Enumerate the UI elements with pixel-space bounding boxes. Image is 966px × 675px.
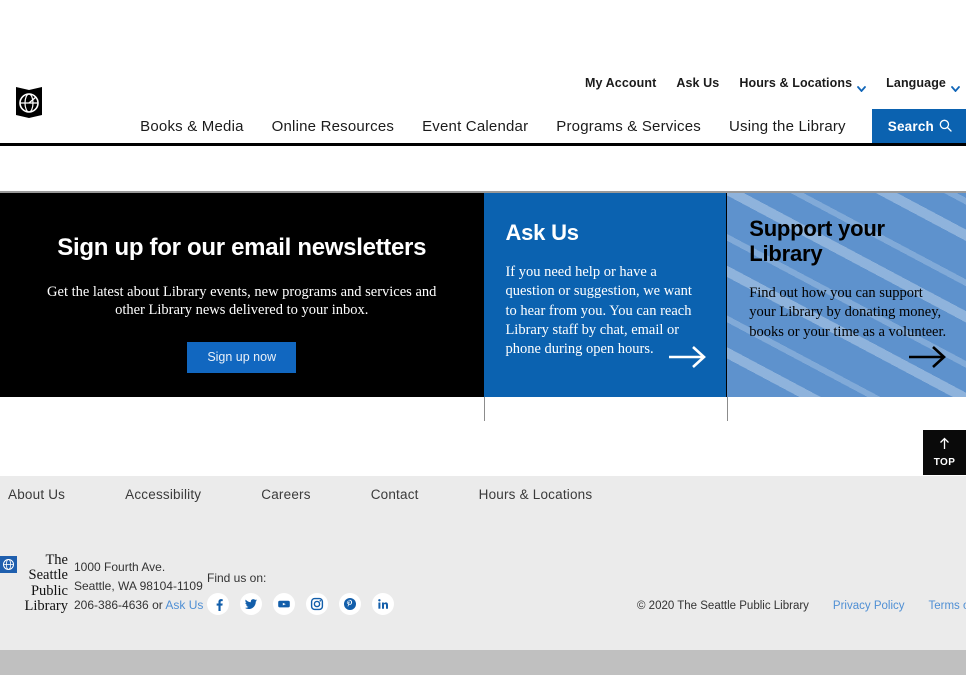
site-footer: About Us Accessibility Careers Contact H… (0, 476, 966, 650)
nav-item-books-media[interactable]: Books & Media (128, 109, 257, 144)
pinterest-icon[interactable] (339, 593, 361, 615)
brand-line-2: Seattle (28, 567, 68, 584)
footer-link-privacy-policy[interactable]: Privacy Policy (833, 600, 905, 612)
seattle-public-library-logo[interactable] (14, 85, 44, 120)
newsletter-body: Get the latest about Library events, new… (47, 284, 437, 319)
twitter-icon[interactable] (240, 593, 262, 615)
facebook-icon[interactable] (207, 593, 229, 615)
promo-panels: Sign up for our email newsletters Get th… (0, 193, 966, 397)
social-label: Find us on: (207, 571, 267, 585)
main-nav: Books & Media Online Resources Event Cal… (128, 109, 966, 144)
site-header: My Account Ask Us Hours & Locations Lang… (0, 0, 966, 146)
page-root: My Account Ask Us Hours & Locations Lang… (0, 0, 966, 675)
brand-line-4: Library (24, 598, 68, 615)
linkedin-icon[interactable] (372, 593, 394, 615)
utility-nav-item-my-account[interactable]: My Account (585, 76, 656, 90)
utility-nav-label: Hours & Locations (739, 76, 853, 90)
nav-item-label: Programs & Services (556, 118, 701, 135)
address-city-state-zip: Seattle, WA 98104-1109 (74, 578, 203, 593)
copyright-text: © 2020 The Seattle Public Library (637, 600, 809, 612)
instagram-icon[interactable] (306, 593, 328, 615)
utility-nav-item-language[interactable]: Language (886, 76, 960, 93)
support-library-body: Find out how you can support your Librar… (749, 285, 947, 340)
newsletter-panel: Sign up for our email newsletters Get th… (0, 193, 484, 397)
back-to-top-button[interactable]: TOP (923, 430, 966, 475)
nav-item-online-resources[interactable]: Online Resources (258, 109, 408, 144)
magnifier-icon (939, 119, 952, 135)
horizontal-scrollbar[interactable] (0, 650, 966, 675)
nav-item-label: Event Calendar (422, 118, 529, 135)
brand-line-1: The (45, 552, 68, 568)
utility-nav-item-hours-locations[interactable]: Hours & Locations (739, 76, 867, 93)
address-phone[interactable]: 206-386-4636 (74, 598, 149, 612)
arrow-up-icon (938, 437, 951, 455)
brand-line-3: Public (30, 582, 68, 599)
utility-nav: My Account Ask Us Hours & Locations Lang… (585, 76, 966, 93)
nav-item-label: Books & Media (140, 118, 244, 135)
library-mark-icon (0, 556, 17, 573)
nav-item-using-the-library[interactable]: Using the Library (715, 109, 860, 144)
ask-us-title: Ask Us (505, 220, 579, 245)
utility-nav-label: Language (886, 76, 946, 90)
search-button[interactable]: Search (871, 109, 966, 144)
footer-link-hours-locations[interactable]: Hours & Locations (449, 487, 623, 502)
back-to-top-label: TOP (933, 457, 956, 468)
nav-item-programs-services[interactable]: Programs & Services (542, 109, 715, 144)
ask-us-panel[interactable]: Ask Us If you need help or have a questi… (484, 193, 727, 397)
support-library-panel[interactable]: Support your Library Find out how you ca… (727, 193, 966, 397)
utility-nav-label: Ask Us (676, 76, 720, 90)
footer-link-accessibility[interactable]: Accessibility (95, 487, 231, 502)
nav-item-label: Using the Library (728, 118, 846, 135)
panel-drop-line (484, 397, 485, 421)
footer-social: Find us on: (207, 571, 394, 615)
footer-link-about-us[interactable]: About Us (0, 487, 95, 502)
newsletter-signup-button[interactable]: Sign up now (187, 342, 297, 374)
search-button-label: Search (887, 119, 934, 134)
footer-nav: About Us Accessibility Careers Contact H… (0, 487, 622, 502)
nav-item-event-calendar[interactable]: Event Calendar (408, 109, 542, 144)
footer-brand-wordmark: The Seattle Public Library (20, 552, 68, 615)
nav-item-label: Online Resources (271, 118, 395, 135)
panel-drop-line (727, 397, 728, 421)
footer-ask-us-link[interactable]: Ask Us (165, 598, 203, 612)
utility-nav-item-ask-us[interactable]: Ask Us (676, 76, 719, 90)
youtube-icon[interactable] (273, 593, 295, 615)
header-bottom-rule (0, 143, 966, 146)
footer-address: 1000 Fourth Ave. Seattle, WA 98104-1109 … (74, 558, 203, 615)
address-street: 1000 Fourth Ave. (74, 560, 166, 574)
support-library-title: Support your Library (749, 216, 885, 266)
footer-brand-logo[interactable]: The Seattle Public Library (0, 552, 68, 615)
chevron-down-icon (951, 81, 960, 93)
arrow-right-icon[interactable] (908, 344, 948, 375)
address-or-text: or (152, 597, 163, 612)
arrow-right-icon[interactable] (668, 344, 708, 375)
footer-link-terms-of-use[interactable]: Terms of Use (929, 600, 966, 612)
footer-link-careers[interactable]: Careers (231, 487, 340, 502)
newsletter-title: Sign up for our email newsletters (57, 234, 427, 261)
footer-link-contact[interactable]: Contact (341, 487, 449, 502)
footer-copyright-row: © 2020 The Seattle Public Library Privac… (637, 600, 966, 612)
utility-nav-label: My Account (584, 76, 657, 90)
chevron-down-icon (857, 81, 867, 93)
